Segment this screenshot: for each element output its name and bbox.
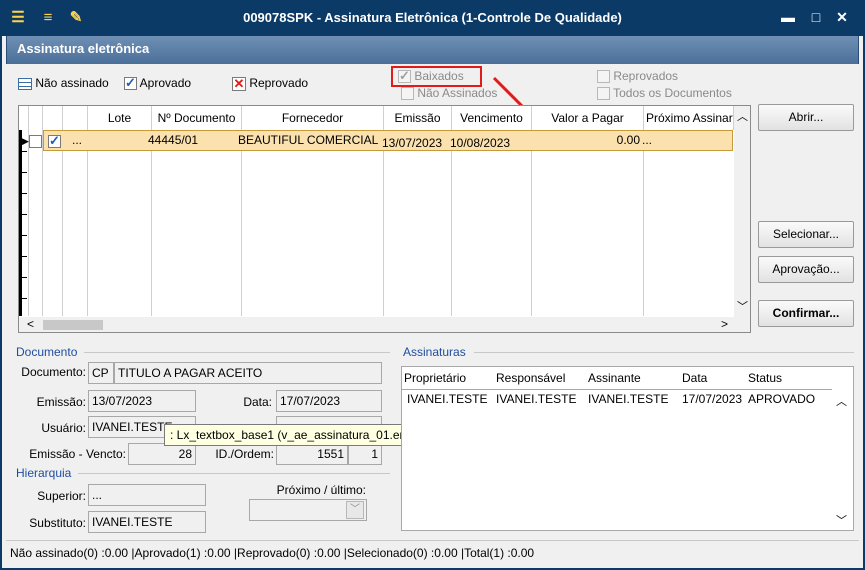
title-bar: ☰ ≡ ✎ 009078SPK - Assinatura Eletrônica … [0,0,865,36]
scroll-thumb[interactable] [43,320,103,330]
col-responsavel: Responsável [496,371,566,385]
reprovados-checkbox[interactable] [597,70,610,84]
aprovacao-button[interactable]: Aprovação... [758,256,854,283]
row-approved-checkbox[interactable] [48,133,61,149]
hierarquia-section-title: Hierarquia [16,466,72,480]
col-lote[interactable]: Lote [88,106,152,130]
data-field[interactable]: 17/07/2023 [276,390,382,412]
filter-reprovado[interactable]: ✕ Reprovado [232,76,308,91]
doc-desc-field[interactable]: TITULO A PAGAR ACEITO [114,362,382,384]
row-select-checkbox[interactable] [29,135,42,149]
list-item[interactable]: IVANEI.TESTE IVANEI.TESTE IVANEI.TESTE 1… [402,389,832,531]
scroll-left-icon[interactable]: < [27,317,34,331]
col-emissao[interactable]: Emissão [384,106,452,130]
subheader: Assinatura eletrônica [6,36,859,64]
col-documento[interactable]: Nº Documento [152,106,242,130]
substituto-label: Substituto: [29,516,86,530]
assinaturas-list[interactable]: Proprietário Responsável Assinante Data … [401,366,854,531]
scroll-right-icon[interactable]: > [721,317,728,331]
vertical-scrollbar[interactable]: ︿ ﹀ [734,106,750,317]
superior-label: Superior: [37,489,86,503]
col-valor[interactable]: Valor a Pagar [532,106,644,130]
window-title: 009078SPK - Assinatura Eletrônica (1-Con… [243,10,622,25]
filter-todos[interactable]: Todos os Documentos [597,86,732,101]
id-field[interactable]: 1551 [276,443,348,465]
table-row[interactable]: ... 44445/01 BEAUTIFUL COMERCIAL 13/07/2… [43,130,733,151]
reprovado-x-icon[interactable]: ✕ [232,76,246,91]
documents-grid[interactable]: Lote Nº Documento Fornecedor Emissão Ven… [18,105,751,333]
id-ordem-label: ID./Ordem: [215,447,274,461]
emissao-label: Emissão: [36,395,86,409]
data-label: Data: [243,395,272,409]
minimize-icon[interactable]: ▬ [776,6,800,28]
scroll-up-icon[interactable]: ︿ [836,393,847,409]
scroll-down-icon[interactable]: ﹀ [836,512,847,528]
chevron-down-icon[interactable]: ﹀ [346,501,364,519]
selecionar-button[interactable]: Selecionar... [758,221,854,248]
filter-aprovado[interactable]: Aprovado [124,75,191,91]
superior-field[interactable]: ... [88,484,206,506]
filter-nao-assinado[interactable]: Não assinado [18,76,109,90]
col-proprietario: Proprietário [404,371,467,385]
doc-code-field[interactable]: CP [88,362,114,384]
status-bar: Não assinado(0) :0.00 |Aprovado(1) :0.00… [6,540,859,564]
table-icon [18,77,32,90]
emissao-field[interactable]: 13/07/2023 [88,390,196,412]
nao-assinados-checkbox[interactable] [401,87,414,101]
highlight-box [391,66,482,87]
close-icon[interactable]: ✕ [830,6,854,28]
ordem-field[interactable]: 1 [348,443,382,465]
maximize-icon[interactable]: □ [804,6,828,28]
todos-checkbox[interactable] [597,87,610,101]
row-pointer-icon: ▶ [22,136,29,146]
documento-label: Documento: [21,365,86,379]
col-data: Data [682,371,708,385]
col-assinante: Assinante [588,371,641,385]
horizontal-scrollbar[interactable]: < > [19,317,750,332]
proximo-label: Próximo / último: [276,483,366,497]
filter-reprovados[interactable]: Reprovados [597,69,678,84]
documento-section-title: Documento [16,345,78,359]
scroll-up-icon[interactable]: ︿ [737,108,748,124]
col-status: Status [748,371,783,385]
substituto-field[interactable]: IVANEI.TESTE [88,511,206,533]
abrir-button[interactable]: Abrir... [758,104,854,131]
assinaturas-section-title: Assinaturas [403,345,466,359]
usuario-label: Usuário: [41,421,86,435]
scroll-down-icon[interactable]: ﹀ [737,298,748,314]
emissao-vencto-field[interactable]: 28 [128,443,196,465]
emissao-vencto-label: Emissão - Vencto: [29,447,126,461]
confirmar-button[interactable]: Confirmar... [758,300,854,327]
proximo-select[interactable]: ﹀ [249,499,367,521]
col-proximo[interactable]: Próximo Assinar [644,106,734,130]
col-vencimento[interactable]: Vencimento [452,106,532,130]
col-fornecedor[interactable]: Fornecedor [242,106,384,130]
aprovado-checkbox[interactable] [124,75,137,91]
